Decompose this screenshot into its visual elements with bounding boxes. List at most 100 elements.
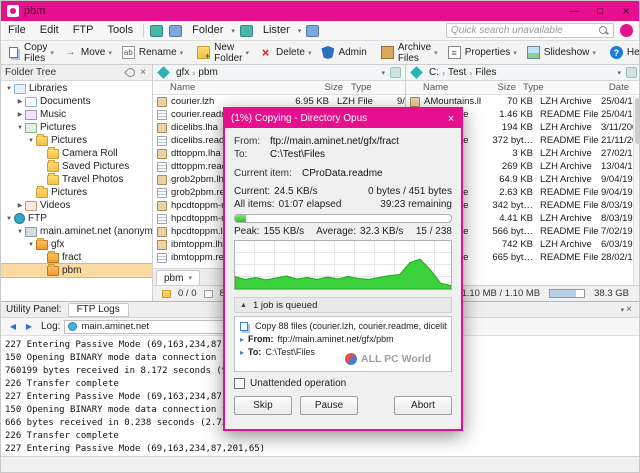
menu-lister[interactable]: Lister <box>256 21 297 40</box>
collapse-icon[interactable]: ▼ <box>4 216 14 222</box>
tree-item-libraries[interactable]: ▼Libraries <box>1 82 152 95</box>
minimize-button[interactable]: — <box>561 1 587 21</box>
file-type: README File <box>533 226 601 237</box>
nav-forward-button[interactable]: ▶ <box>21 320 37 334</box>
breadcrumb-segment[interactable]: gfx <box>173 67 192 78</box>
expand-icon[interactable]: ▶ <box>15 202 25 209</box>
tree-item-pictures[interactable]: Pictures <box>1 186 152 199</box>
tree-item-ftp[interactable]: ▼FTP <box>1 212 152 225</box>
column-header-name[interactable]: Name <box>153 82 287 93</box>
slideshow-button[interactable]: Slideshow▾ <box>522 42 601 63</box>
search-box[interactable] <box>446 23 614 38</box>
tree-item-music[interactable]: ▶Music <box>1 108 152 121</box>
breadcrumb-segment[interactable]: Test <box>445 67 469 78</box>
search-input[interactable] <box>447 25 599 36</box>
copy-job-icon <box>240 322 248 331</box>
watermark-logo-icon <box>345 353 357 365</box>
scrollbar-thumb[interactable] <box>635 98 640 144</box>
rename-button[interactable]: abRename▾ <box>117 42 188 63</box>
menu-tools[interactable]: Tools <box>100 21 140 40</box>
view-mode-icon[interactable] <box>150 25 163 37</box>
help-button[interactable]: ?Help▾ <box>605 42 640 63</box>
column-header-size[interactable]: Size <box>287 82 343 93</box>
queued-job[interactable]: Copy 88 files (courier.lzh, courier.read… <box>239 320 447 333</box>
close-icon[interactable]: × <box>140 67 146 78</box>
collapse-icon[interactable]: ▼ <box>15 229 25 235</box>
tree-item-travel-photos[interactable]: Travel Photos <box>1 173 152 186</box>
column-header-type[interactable]: Type <box>516 82 584 93</box>
collapse-icon[interactable]: ▼ <box>26 138 36 144</box>
column-header-name[interactable]: Name <box>406 82 464 93</box>
folder-tools-icon[interactable] <box>240 25 253 37</box>
properties-button[interactable]: ≡Properties▾ <box>443 42 522 63</box>
admin-button[interactable]: Admin <box>316 42 371 63</box>
archive-files-button[interactable]: Archive Files▾ <box>376 42 443 63</box>
tree-item-fract[interactable]: fract <box>1 251 152 264</box>
folder-options-icon[interactable] <box>626 67 637 78</box>
expand-icon[interactable]: ▶ <box>15 111 25 118</box>
column-header-date[interactable]: Date <box>584 82 640 93</box>
collapse-icon[interactable]: ▼ <box>15 125 25 131</box>
delete-button[interactable]: ×Delete▾ <box>254 42 316 63</box>
move-icon: → <box>64 46 77 59</box>
delete-icon: × <box>259 46 272 59</box>
file-size: 665 byt… <box>481 252 533 263</box>
tree-item-documents[interactable]: ▶Documents <box>1 95 152 108</box>
help-icon: ? <box>610 46 623 59</box>
new-folder-button[interactable]: New Folder▾ <box>192 42 254 63</box>
close-button[interactable]: × <box>613 1 639 21</box>
doc-icon <box>25 97 37 107</box>
nav-back-button[interactable]: ◀ <box>5 320 21 334</box>
chevron-down-icon[interactable]: ▾ <box>381 69 385 77</box>
collapse-icon[interactable]: ▲ <box>240 302 247 309</box>
source-path-bar[interactable]: gfx›pbm ▾ <box>153 65 405 81</box>
tree-item-pbm[interactable]: pbm <box>1 264 152 277</box>
pause-button[interactable]: Pause <box>300 396 358 415</box>
skip-button[interactable]: Skip <box>234 396 292 415</box>
breadcrumb-segment[interactable]: C: <box>426 67 442 78</box>
tree-item-pictures[interactable]: ▼Pictures <box>1 121 152 134</box>
breadcrumb-segment[interactable]: Files <box>472 67 499 78</box>
tree-item-main-aminet-net-anonymous[interactable]: ▼main.aminet.net (anonymous) <box>1 225 152 238</box>
queue-header[interactable]: ▲ 1 job is queued <box>234 297 452 313</box>
vertical-scrollbar[interactable] <box>633 96 640 285</box>
menu-folder[interactable]: Folder <box>185 21 230 40</box>
tab-pbm[interactable]: pbm ▾ <box>156 270 200 285</box>
tree-item-camera-roll[interactable]: Camera Roll <box>1 147 152 160</box>
abort-button[interactable]: Abort <box>394 396 452 415</box>
move-button[interactable]: →Move▾ <box>59 42 117 63</box>
column-header-size[interactable]: Size <box>464 82 516 93</box>
globe-icon <box>68 322 77 331</box>
rename-icon: ab <box>122 46 135 59</box>
log-source-select[interactable]: main.aminet.net ▾ <box>64 320 234 334</box>
dialog-close-button[interactable]: × <box>441 113 461 125</box>
column-header-type[interactable]: Type <box>343 82 405 93</box>
collapse-icon[interactable]: ▼ <box>26 242 36 248</box>
chevron-down-icon[interactable]: ▾ <box>617 69 621 77</box>
opus-logo-icon[interactable] <box>620 24 633 37</box>
destination-path-bar[interactable]: C:›Test›Files ▾ <box>406 65 640 81</box>
unattended-checkbox[interactable] <box>234 378 245 389</box>
collapse-icon[interactable]: ▼ <box>4 86 14 92</box>
menu-ftp[interactable]: FTP <box>66 21 101 40</box>
file-size: 742 KB <box>481 239 533 250</box>
tree-item-pictures[interactable]: ▼Pictures <box>1 134 152 147</box>
layout-icon[interactable] <box>169 25 182 37</box>
folder-tree-title: Folder Tree <box>5 67 56 78</box>
chevron-down-icon[interactable]: ▾ <box>621 306 625 314</box>
folder-options-icon[interactable] <box>390 67 401 78</box>
menu-file[interactable]: File <box>1 21 33 40</box>
expand-icon[interactable]: ▶ <box>15 98 25 105</box>
tab-ftp-logs[interactable]: FTP Logs <box>68 303 129 317</box>
copy-files-button[interactable]: Copy Files▾ <box>4 42 59 63</box>
close-icon[interactable]: × <box>626 304 632 315</box>
tree-item-saved-pictures[interactable]: Saved Pictures <box>1 160 152 173</box>
menu-edit[interactable]: Edit <box>33 21 66 40</box>
breadcrumb-segment[interactable]: pbm <box>195 67 220 78</box>
ofolder-icon <box>47 253 59 263</box>
pin-icon[interactable] <box>124 66 137 79</box>
lister-tools-icon[interactable] <box>306 25 319 37</box>
maximize-button[interactable]: □ <box>587 1 613 21</box>
tree-item-gfx[interactable]: ▼gfx <box>1 238 152 251</box>
tree-item-videos[interactable]: ▶Videos <box>1 199 152 212</box>
